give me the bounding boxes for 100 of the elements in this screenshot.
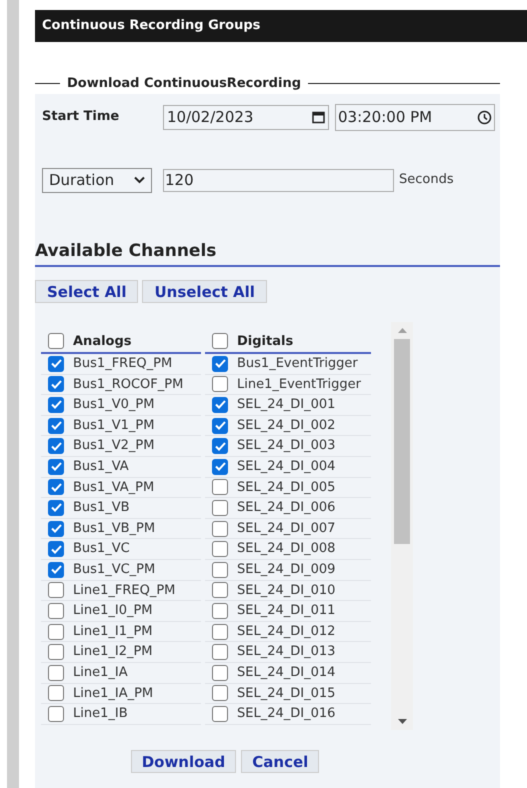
checkmark-icon bbox=[50, 524, 62, 534]
checkbox[interactable] bbox=[48, 333, 64, 349]
checkbox[interactable] bbox=[48, 418, 64, 434]
channel-name: SEL_24_DI_011 bbox=[237, 602, 336, 620]
channel-name: SEL_24_DI_014 bbox=[237, 664, 336, 682]
channel-name: Line1_I1_PM bbox=[73, 622, 153, 641]
channel-name: SEL_24_DI_009 bbox=[237, 560, 336, 579]
checkbox[interactable] bbox=[212, 356, 228, 372]
checkbox[interactable] bbox=[212, 562, 228, 578]
channel-name: Bus1_V1_PM bbox=[73, 416, 154, 435]
checkbox[interactable] bbox=[212, 479, 228, 496]
checkbox[interactable] bbox=[48, 706, 64, 722]
action-button[interactable]: Cancel bbox=[241, 750, 320, 773]
checkmark-icon bbox=[50, 442, 62, 451]
channel-name: SEL_24_DI_002 bbox=[237, 416, 336, 435]
channel-name: Bus1_VB bbox=[73, 499, 130, 518]
checkbox[interactable] bbox=[212, 396, 228, 413]
checkbox[interactable] bbox=[48, 624, 64, 640]
fieldset-legend: Download ContinuousRecording bbox=[60, 74, 308, 94]
checkmark-icon bbox=[214, 421, 226, 430]
checkmark-icon bbox=[214, 400, 226, 410]
checkbox[interactable] bbox=[212, 582, 228, 598]
checkbox[interactable] bbox=[212, 602, 228, 619]
channel-name: SEL_24_DI_003 bbox=[237, 437, 336, 456]
channel-name: SEL_24_DI_001 bbox=[237, 396, 336, 414]
date-field[interactable]: 10/02/2023 bbox=[163, 104, 329, 130]
checkbox[interactable] bbox=[212, 644, 228, 660]
checkbox[interactable] bbox=[48, 541, 64, 558]
time-field[interactable]: 03:20:00 PM bbox=[335, 104, 495, 130]
checkbox[interactable] bbox=[48, 685, 64, 702]
start-time-label: Start Time bbox=[42, 108, 120, 126]
checkmark-icon bbox=[214, 359, 226, 368]
action-button[interactable]: Download bbox=[130, 750, 236, 773]
duration-field[interactable]: 120 bbox=[163, 168, 394, 192]
channel-name: Bus1_VB_PM bbox=[73, 520, 156, 538]
checkbox[interactable] bbox=[212, 624, 228, 640]
checkmark-icon bbox=[50, 565, 62, 574]
scrollbar[interactable] bbox=[391, 322, 413, 730]
channel-name: Bus1_ROCOF_PM bbox=[73, 376, 184, 394]
channel-name: Bus1_V0_PM bbox=[73, 396, 154, 414]
checkbox[interactable] bbox=[212, 541, 228, 558]
checkbox[interactable] bbox=[212, 520, 228, 537]
checkbox[interactable] bbox=[48, 664, 64, 681]
checkbox[interactable] bbox=[48, 582, 64, 598]
channel-name: Bus1_EventTrigger bbox=[237, 355, 358, 374]
checkmark-icon bbox=[50, 400, 62, 410]
clock-icon bbox=[477, 110, 492, 124]
channel-name: SEL_24_DI_005 bbox=[237, 478, 336, 497]
checkbox[interactable] bbox=[48, 602, 64, 619]
chevron-down-icon bbox=[134, 176, 145, 184]
column-header: Analogs bbox=[73, 332, 132, 350]
select-button[interactable]: Select All bbox=[35, 280, 138, 303]
channel-name: Bus1_VC bbox=[73, 540, 130, 558]
checkbox[interactable] bbox=[212, 376, 228, 392]
checkmark-icon bbox=[50, 359, 62, 368]
scroll-down-icon bbox=[398, 719, 406, 724]
checkbox[interactable] bbox=[48, 644, 64, 660]
checkmark-icon bbox=[50, 421, 62, 430]
checkbox[interactable] bbox=[48, 500, 64, 516]
checkbox[interactable] bbox=[48, 438, 64, 454]
scroll-up-icon bbox=[398, 328, 406, 333]
channel-name: Line1_I2_PM bbox=[73, 643, 153, 662]
checkbox[interactable] bbox=[212, 664, 228, 681]
checkmark-icon bbox=[214, 442, 226, 451]
checkbox[interactable] bbox=[212, 685, 228, 702]
column-header: Digitals bbox=[237, 332, 294, 350]
channel-name: SEL_24_DI_006 bbox=[237, 499, 336, 518]
checkbox[interactable] bbox=[212, 438, 228, 454]
channel-name: SEL_24_DI_004 bbox=[237, 458, 336, 476]
channel-name: Line1_EventTrigger bbox=[237, 376, 361, 394]
checkbox[interactable] bbox=[48, 562, 64, 578]
section-heading: Available Channels bbox=[35, 240, 216, 260]
channel-name: Bus1_VA bbox=[73, 458, 129, 476]
channel-name: Line1_IA bbox=[73, 664, 128, 682]
channel-name: Bus1_V2_PM bbox=[73, 437, 154, 456]
checkbox[interactable] bbox=[48, 458, 64, 475]
checkbox[interactable] bbox=[48, 396, 64, 413]
checkbox[interactable] bbox=[212, 418, 228, 434]
checkmark-icon bbox=[50, 503, 62, 512]
channel-name: SEL_24_DI_015 bbox=[237, 684, 336, 703]
channel-name: SEL_24_DI_013 bbox=[237, 643, 336, 662]
checkbox[interactable] bbox=[48, 520, 64, 537]
channel-name: Bus1_VC_PM bbox=[73, 560, 156, 579]
checkbox[interactable] bbox=[212, 500, 228, 516]
duration-select[interactable]: Duration bbox=[42, 168, 152, 192]
channel-name: Line1_IA_PM bbox=[73, 684, 154, 703]
checkbox[interactable] bbox=[48, 376, 64, 392]
channel-name: Bus1_FREQ_PM bbox=[73, 355, 172, 374]
channel-name: Line1_IB bbox=[73, 705, 128, 724]
checkmark-icon bbox=[50, 462, 62, 472]
channel-name: Line1_FREQ_PM bbox=[73, 582, 176, 600]
seconds-label: Seconds bbox=[399, 171, 454, 190]
select-button[interactable]: Unselect All bbox=[142, 280, 267, 303]
checkbox[interactable] bbox=[48, 479, 64, 496]
checkbox[interactable] bbox=[48, 356, 64, 372]
scrollbar-thumb[interactable] bbox=[394, 339, 410, 544]
checkbox[interactable] bbox=[212, 706, 228, 722]
checkbox[interactable] bbox=[212, 333, 228, 349]
checkbox[interactable] bbox=[212, 458, 228, 475]
checkmark-icon bbox=[50, 380, 62, 389]
